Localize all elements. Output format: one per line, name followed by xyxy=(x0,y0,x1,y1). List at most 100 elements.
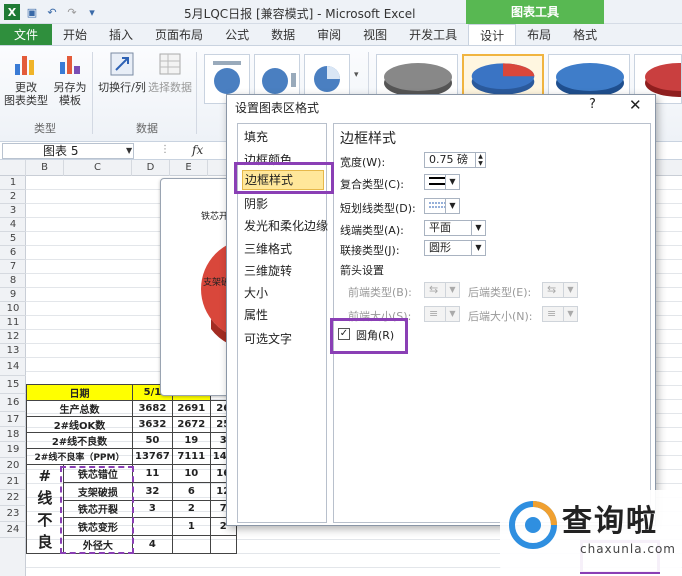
tab-3[interactable]: 页面布局 xyxy=(144,24,214,45)
tab-9[interactable]: 设计 xyxy=(468,24,517,45)
tab-5[interactable]: 数据 xyxy=(260,24,306,45)
column-header[interactable]: B xyxy=(26,160,64,176)
table-cell[interactable]: 11 xyxy=(132,464,173,483)
save-icon[interactable]: ▣ xyxy=(24,4,40,20)
spinner-arrows-icon[interactable]: ▲ ▼ xyxy=(475,153,485,167)
table-cell[interactable] xyxy=(209,535,237,554)
help-button[interactable]: ? xyxy=(589,97,596,112)
table-cell[interactable]: 10 xyxy=(171,464,211,483)
undo-icon[interactable]: ↶ xyxy=(44,4,60,20)
table-cell[interactable]: 4 xyxy=(132,535,173,554)
nav-item-3d-format[interactable]: 三维格式 xyxy=(244,240,292,257)
table-cell[interactable]: 3682 xyxy=(132,400,173,417)
row-header[interactable]: 10 xyxy=(0,302,26,316)
tab-11[interactable]: 格式 xyxy=(562,24,608,45)
table-cell[interactable]: 3632 xyxy=(132,416,173,433)
column-header[interactable]: C xyxy=(64,160,132,176)
side-label-cell[interactable]: # 线 不 良 xyxy=(26,464,64,554)
nav-item-alt-text[interactable]: 可选文字 xyxy=(244,330,292,347)
table-cell[interactable] xyxy=(132,517,173,537)
nav-item-properties[interactable]: 属性 xyxy=(244,306,268,323)
insert-function-button[interactable]: fx xyxy=(192,143,203,157)
row-label-cell[interactable]: 生产总数 xyxy=(26,400,133,417)
row-header[interactable]: 15 xyxy=(0,376,26,394)
row-header[interactable]: 2 xyxy=(0,190,26,204)
tab-6[interactable]: 审阅 xyxy=(306,24,352,45)
row-header[interactable]: 5 xyxy=(0,232,26,246)
nav-item-fill[interactable]: 填充 xyxy=(244,128,268,145)
nav-item-shadow[interactable]: 阴影 xyxy=(244,195,268,212)
table-cell[interactable]: 32 xyxy=(132,481,173,501)
begin-size-dropdown[interactable]: ≡ ▼ xyxy=(424,306,460,322)
dash-type-dropdown[interactable]: ▼ xyxy=(424,198,460,214)
row-label-cell[interactable]: 2#线不良率（PPM） xyxy=(26,448,133,465)
compound-type-dropdown[interactable]: ▼ xyxy=(424,174,460,190)
tab-2[interactable]: 插入 xyxy=(98,24,144,45)
join-type-dropdown[interactable]: 圆形 ▼ xyxy=(424,240,486,256)
table-cell[interactable]: 3 xyxy=(132,499,173,519)
name-box-dropdown-icon[interactable]: ▼ xyxy=(126,146,132,155)
begin-type-dropdown[interactable]: ⇆ ▼ xyxy=(424,282,460,298)
column-header[interactable]: D xyxy=(132,160,170,176)
row-header[interactable]: 19 xyxy=(0,442,26,458)
customize-qat-icon[interactable]: ▾ xyxy=(84,4,100,20)
row-header[interactable]: 12 xyxy=(0,330,26,344)
save-as-template-button[interactable]: 另存为 模板 xyxy=(50,50,90,107)
group-separator xyxy=(196,52,197,134)
row-label-cell[interactable]: 2#线不良数 xyxy=(26,432,133,449)
row-header[interactable]: 1 xyxy=(0,176,26,190)
switch-row-column-button[interactable]: 切换行/列 xyxy=(96,50,148,94)
column-header[interactable]: E xyxy=(170,160,208,176)
table-cell[interactable]: 6 xyxy=(171,481,211,501)
tab-10[interactable]: 布局 xyxy=(516,24,562,45)
tab-1[interactable]: 开始 xyxy=(52,24,98,45)
table-cell[interactable]: 1 xyxy=(171,517,211,537)
nav-item-size[interactable]: 大小 xyxy=(244,284,268,301)
row-header[interactable]: 16 xyxy=(0,394,26,412)
row-header[interactable]: 7 xyxy=(0,260,26,274)
layout-scroll-arrow[interactable]: ▾ xyxy=(354,70,359,80)
table-cell[interactable] xyxy=(171,535,211,554)
date-header-cell[interactable]: 日期 xyxy=(26,384,133,401)
row-header[interactable]: 18 xyxy=(0,427,26,442)
tab-0[interactable]: 文件 xyxy=(0,24,53,45)
row-header[interactable]: 11 xyxy=(0,316,26,330)
end-type-dropdown[interactable]: ⇆ ▼ xyxy=(542,282,578,298)
nav-item-glow-soft-edges[interactable]: 发光和柔化边缘 xyxy=(244,217,328,234)
table-cell[interactable]: 2691 xyxy=(171,400,211,417)
table-cell[interactable]: 2 xyxy=(171,499,211,519)
tab-4[interactable]: 公式 xyxy=(214,24,260,45)
close-button[interactable]: ✕ xyxy=(629,96,642,114)
row-header[interactable]: 17 xyxy=(0,412,26,427)
row-header[interactable]: 3 xyxy=(0,204,26,218)
row-header[interactable]: 20 xyxy=(0,458,26,474)
select-data-button[interactable]: 选择数据 xyxy=(148,50,192,94)
row-header[interactable]: 8 xyxy=(0,274,26,288)
tab-7[interactable]: 视图 xyxy=(352,24,398,45)
dialog-title-bar[interactable]: 设置图表区格式 ? ✕ xyxy=(227,95,655,117)
select-all-corner[interactable] xyxy=(0,160,26,176)
row-header[interactable]: 24 xyxy=(0,522,26,538)
tab-8[interactable]: 开发工具 xyxy=(398,24,468,45)
redo-icon[interactable]: ↷ xyxy=(64,4,80,20)
nav-item-3d-rotation[interactable]: 三维旋转 xyxy=(244,262,292,279)
row-header[interactable]: 6 xyxy=(0,246,26,260)
name-box[interactable]: 图表 5 xyxy=(2,143,134,159)
change-chart-type-button[interactable]: 更改 图表类型 xyxy=(4,50,48,107)
row-header[interactable]: 14 xyxy=(0,358,26,376)
table-cell[interactable]: 7111 xyxy=(171,448,211,465)
width-spinner[interactable]: 0.75 磅 ▲ ▼ xyxy=(424,152,486,168)
row-header[interactable]: 21 xyxy=(0,474,26,490)
table-cell[interactable]: 13767 xyxy=(132,448,173,465)
cap-type-dropdown[interactable]: 平面 ▼ xyxy=(424,220,486,236)
row-header[interactable]: 9 xyxy=(0,288,26,302)
row-header[interactable]: 22 xyxy=(0,490,26,506)
row-header[interactable]: 4 xyxy=(0,218,26,232)
row-header[interactable]: 13 xyxy=(0,344,26,358)
table-cell[interactable]: 2672 xyxy=(171,416,211,433)
row-header[interactable]: 23 xyxy=(0,506,26,522)
table-cell[interactable]: 50 xyxy=(132,432,173,449)
end-size-dropdown[interactable]: ≡ ▼ xyxy=(542,306,578,322)
table-cell[interactable]: 19 xyxy=(171,432,211,449)
row-label-cell[interactable]: 2#线OK数 xyxy=(26,416,133,433)
